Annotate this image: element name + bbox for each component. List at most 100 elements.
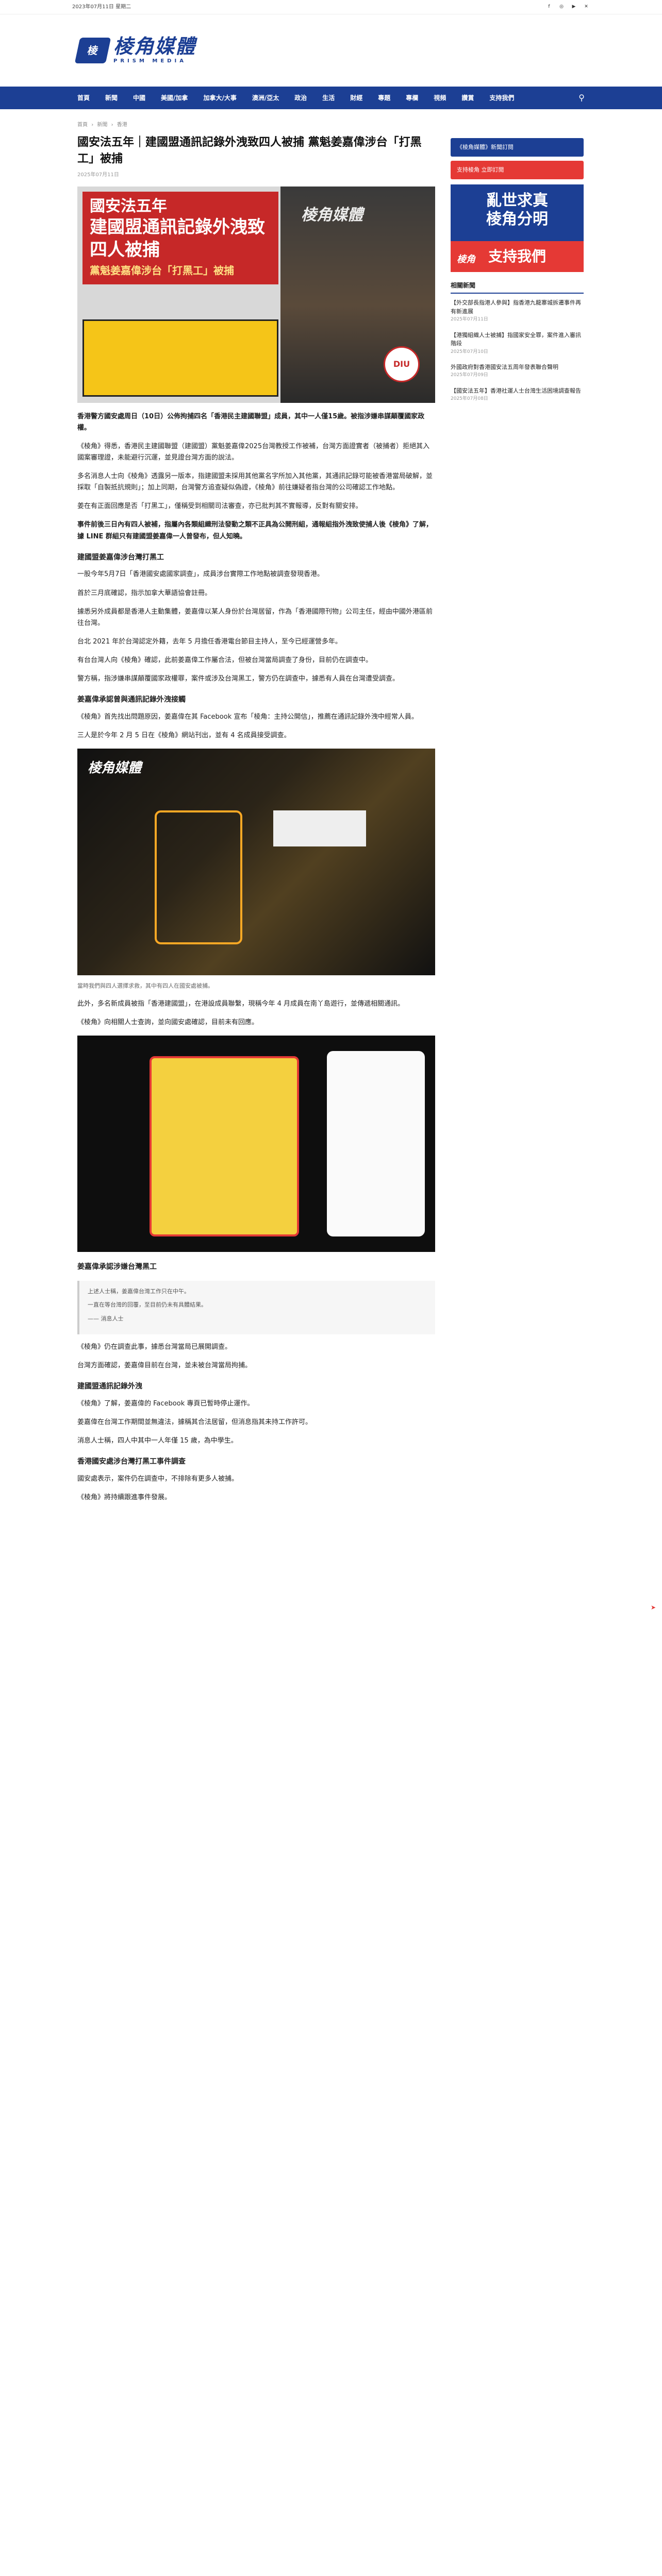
- nav-item-china[interactable]: 中國: [125, 93, 153, 103]
- quote-line: 上述人士稱，姜嘉偉台灣工作只在中午。: [88, 1287, 190, 1295]
- hero-line3: 黨魁姜嘉偉涉台「打黑工」被捕: [90, 264, 234, 277]
- article-paragraph: 《棱角》向相關人士查詢，並向國安處確認，目前未有回應。: [77, 1018, 259, 1026]
- breadcrumb: 首頁 › 新聞 › 香港: [77, 121, 435, 129]
- breadcrumb-sep: ›: [111, 122, 113, 128]
- photo-caption: 當時我們與四人選擇求救，其中有四人在國安處被捕。: [77, 982, 213, 990]
- menu-card: [150, 1056, 299, 1236]
- section-heading: 姜嘉偉承認涉嫌台灣黑工: [77, 1262, 157, 1271]
- youtube-icon[interactable]: ▶: [570, 4, 577, 11]
- article-paragraph: 台北 2021 年於台灣認定外籍，去年 5 月擔任香港電台節目主持人，至今已經運…: [77, 637, 342, 646]
- article-paragraph: 國安處表示，案件仍在調查中，不排除有更多人被捕。: [77, 1475, 239, 1483]
- related-news-headline[interactable]: 【外交部長指港人參與】指香港九龍寨城拆遷事件再有新進展: [451, 299, 584, 316]
- article-photo: [77, 1035, 435, 1252]
- article-paragraph: 《棱角》首先找出問題原因，姜嘉偉在其 Facebook 宣布「棱角：主持公開信」…: [77, 713, 418, 721]
- breadcrumb-sep: ›: [91, 122, 94, 128]
- instagram-icon[interactable]: ◎: [558, 4, 565, 11]
- article-paragraph: 消息人士稱，四人中其中一人年僅 15 歲，為中學生。: [77, 1436, 238, 1445]
- search-icon[interactable]: ⚲: [578, 91, 585, 105]
- nav-item-canada[interactable]: 加拿大/大事: [195, 93, 244, 103]
- article-paragraph: 《棱角》得悉，香港民主建國聯盟（建國盟）黨魁姜嘉偉2025台灣教授工作被補，台灣…: [77, 442, 430, 462]
- quote-line: 一直在等台灣的回覆，至目前仍未有具體結果。: [88, 1301, 207, 1309]
- article-paragraph: 《棱角》將持續跟進事件發展。: [77, 1493, 172, 1501]
- article-date: 2025年07月11日: [77, 172, 119, 178]
- article-paragraph: 台灣方面確認，姜嘉偉目前在台灣，並未被台灣當局拘捕。: [77, 1361, 252, 1369]
- site-logo[interactable]: 棱 棱角媒體 PRISM MEDIA: [74, 34, 196, 66]
- related-news-item[interactable]: 【國安法五年】香港社運人士台灣生活困境調查報告 2025年07月08日: [451, 387, 584, 403]
- nav-item-support[interactable]: 支持我們: [482, 93, 522, 103]
- article-paragraph: 《棱角》了解，姜嘉偉的 Facebook 專頁已暫時停止運作。: [77, 1399, 254, 1408]
- breadcrumb-hk[interactable]: 香港: [117, 122, 127, 128]
- x-icon[interactable]: ✕: [583, 4, 590, 11]
- article-paragraph: 《棱角》仍在調查此事，據悉台灣當局已展開調查。: [77, 1343, 232, 1351]
- article-paragraph: 一股今年5月7日「香港國安處國家調查」，成員涉台實際工作地點被調查發現香港。: [77, 570, 324, 579]
- related-news-headline[interactable]: 【港獨組織人士被捕】指國家安全罪，案件進入審訊階段: [451, 331, 584, 348]
- article-main: 首頁 › 新聞 › 香港 國安法五年｜建國盟通訊記錄外洩致四人被捕 黨魁姜嘉偉涉…: [77, 121, 435, 1511]
- hero-image: 棱角媒體 國安法五年 建國盟通訊記錄外洩致四人被捕 黨魁姜嘉偉涉台「打黑工」被捕…: [77, 186, 435, 403]
- block-quote: 上述人士稱，姜嘉偉台灣工作只在中午。 一直在等台灣的回覆，至目前仍未有具體結果。…: [77, 1280, 435, 1334]
- date-text: 2023年07月11日 星期二: [72, 4, 131, 10]
- article-paragraph: 事件前後三日內有四人被補，指屬內各類組織刑法發動之類不正具為公開刑組，通報組指外…: [77, 521, 433, 540]
- logo-subtext: PRISM MEDIA: [113, 58, 187, 64]
- sidebar-ad-support[interactable]: 支持棱角 立即訂閱: [451, 161, 584, 179]
- article-paragraph: 警方稱，指涉嫌串謀顛覆國家政權罪，案件或涉及台灣黑工，警方仍在調查中，據悉有人員…: [77, 674, 400, 683]
- hero-line1: 國安法五年: [90, 197, 167, 215]
- related-news-item[interactable]: 【港獨組織人士被捕】指國家安全罪，案件進入審訊階段 2025年07月10日: [451, 331, 584, 356]
- article-paragraph: 三人是於今年 2 月 5 日在《棱角》網站刊出，並有 4 名成員接受調查。: [77, 731, 291, 739]
- hero-card: [82, 319, 278, 397]
- sidebar-ad-subscribe[interactable]: 《棱角媒體》新聞訂閱: [451, 138, 584, 157]
- related-news-date: 2025年07月09日: [451, 372, 488, 378]
- section-heading: 建國盟通訊記錄外洩: [77, 1382, 142, 1391]
- related-news-date: 2025年07月10日: [451, 349, 488, 354]
- nav-item-feature[interactable]: 專題: [370, 93, 398, 103]
- nav-item-donate[interactable]: 讚賞: [454, 93, 482, 103]
- related-news-headline[interactable]: 外國政府對香港國安法五周年發表聯合聲明: [451, 363, 584, 372]
- article-title: 國安法五年｜建國盟通訊記錄外洩致四人被捕 黨魁姜嘉偉涉台「打黑工」被捕: [77, 136, 422, 165]
- article-paragraph: 姜在有正面回應是否「打黑工」，僅稱受到相關司法審查，亦已批判其不實報導，反對有關…: [77, 502, 362, 511]
- article-paragraph: 此外，多名新成員被指「香港建國盟」，在港設成員聯繫，現稱今年 4 月成員在南丫島…: [77, 999, 405, 1008]
- nav-item-home[interactable]: 首頁: [77, 93, 97, 103]
- share-icon[interactable]: ➤: [651, 1602, 660, 1618]
- breadcrumb-news[interactable]: 新聞: [97, 122, 107, 128]
- article-paragraph: 有台台灣人向《棱角》確認，此前姜嘉偉工作屬合法，但被台灣當局調查了身份，目前仍在…: [77, 656, 373, 664]
- related-news-item[interactable]: 【外交部長指港人參與】指香港九龍寨城拆遷事件再有新進展 2025年07月11日: [451, 299, 584, 324]
- hero-diu-badge: DIU: [384, 346, 420, 382]
- hero-watermark: 棱角媒體: [301, 206, 363, 224]
- shop-sign: [273, 810, 366, 847]
- nav-item-column[interactable]: 專欄: [398, 93, 426, 103]
- related-news-item[interactable]: 外國政府對香港國安法五周年發表聯合聲明 2025年07月09日: [451, 363, 584, 380]
- article-lead: 香港警方國安處周日（10日）公佈拘捕四名「香港民主建國聯盟」成員，其中一人僅15…: [77, 412, 425, 432]
- related-news-date: 2025年07月11日: [451, 317, 488, 323]
- site-header: 棱 棱角媒體 PRISM MEDIA: [0, 14, 662, 87]
- related-news-title: 相關新聞: [451, 280, 584, 294]
- article-paragraph: 據悉另外成員都是香港人主動集體，姜嘉偉以某人身份於台灣居留，作為「香港國際刊物」…: [77, 607, 433, 627]
- nav-item-video[interactable]: 視頻: [426, 93, 454, 103]
- hero-banner: 國安法五年 建國盟通訊記錄外洩致四人被捕 黨魁姜嘉偉涉台「打黑工」被捕: [82, 191, 278, 284]
- hero-line2: 建國盟通訊記錄外洩致四人被捕: [90, 217, 265, 261]
- nav-item-us[interactable]: 美國/加拿: [153, 93, 195, 103]
- section-heading: 香港國安處涉台灣打黑工事件調查: [77, 1458, 186, 1466]
- article-paragraph: 首於三月底確認，指示加拿大華語協會註冊。: [77, 589, 212, 597]
- facebook-icon[interactable]: f: [545, 4, 553, 11]
- related-news-date: 2025年07月08日: [451, 396, 488, 402]
- nav-item-news[interactable]: 新聞: [97, 93, 125, 103]
- section-heading: 建國盟姜嘉偉涉台灣打黑工: [77, 553, 164, 562]
- photo-watermark: 棱角媒體: [88, 760, 142, 776]
- logo-mark-icon: 棱: [74, 37, 111, 63]
- neon-sign: [155, 810, 242, 945]
- nav-item-life[interactable]: 生活: [315, 93, 342, 103]
- top-bar: 2023年07月11日 星期二 f ◎ ▶ ✕: [0, 0, 662, 14]
- article-paragraph: 姜嘉偉在台灣工作期間並無違法，據稱其合法居留，但消息指其未持工作許可。: [77, 1418, 312, 1426]
- phone-screenshot: [327, 1050, 425, 1236]
- nav-item-politics[interactable]: 政治: [287, 93, 315, 103]
- sidebar: 《棱角媒體》新聞訂閱 支持棱角 立即訂閱 亂世求真 棱角分明 棱角 支持我們 相…: [451, 121, 584, 1511]
- big-ad-logo: 棱角: [457, 254, 475, 265]
- logo-text: 棱角媒體: [113, 34, 196, 58]
- big-ad-slogan: 亂世求真 棱角分明: [486, 192, 548, 228]
- article-paragraph: 多名消息人士向《棱角》透露另一版本，指建國盟未採用其他黨名字所加入其他黨，其通訊…: [77, 472, 433, 492]
- nav-item-finance[interactable]: 財經: [342, 93, 370, 103]
- nav-item-australia[interactable]: 澳洲/亞太: [244, 93, 287, 103]
- breadcrumb-home[interactable]: 首頁: [77, 122, 88, 128]
- related-news-headline[interactable]: 【國安法五年】香港社運人士台灣生活困境調查報告: [451, 387, 584, 396]
- social-links: f ◎ ▶ ✕: [545, 4, 590, 11]
- sidebar-big-ad[interactable]: 亂世求真 棱角分明 棱角 支持我們: [451, 184, 584, 272]
